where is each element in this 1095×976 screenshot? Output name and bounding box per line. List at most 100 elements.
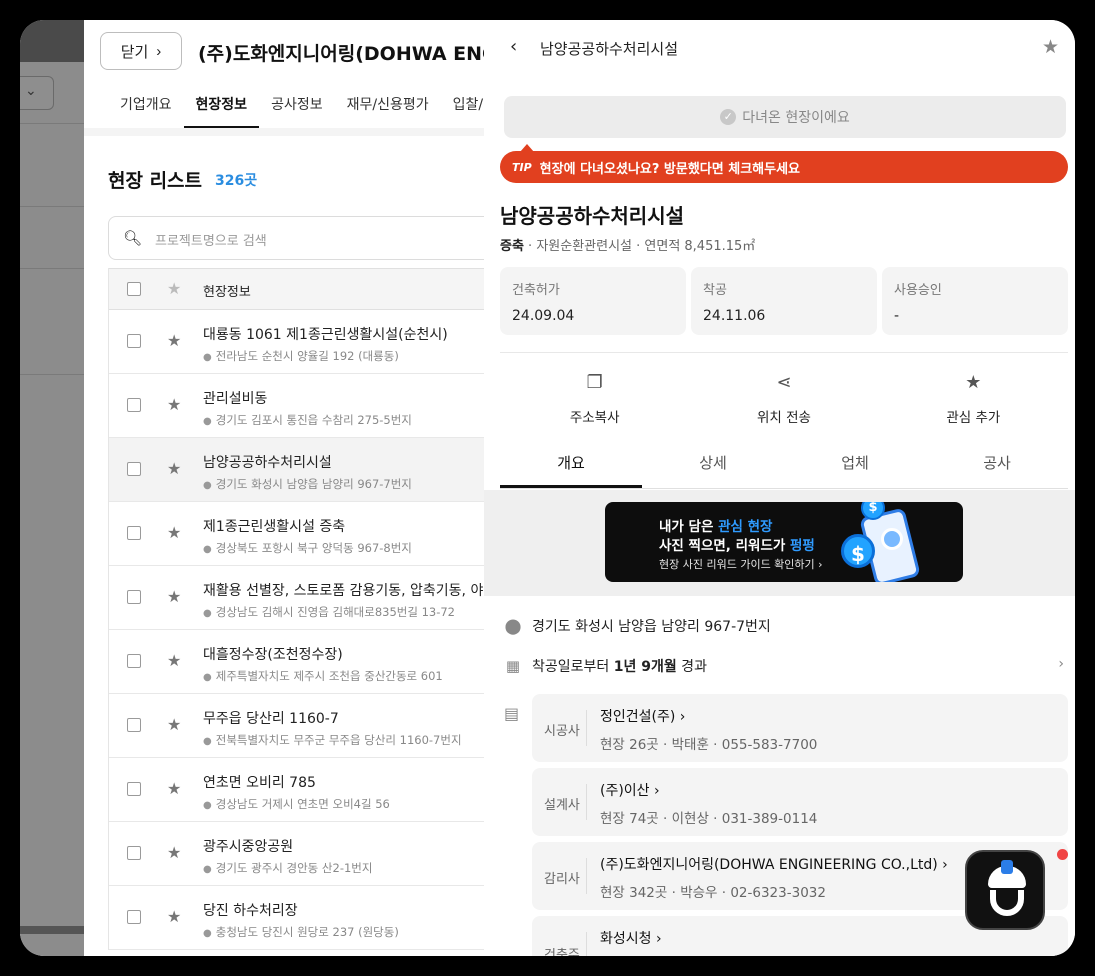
row-checkbox[interactable] [127, 654, 141, 668]
row-checkbox[interactable] [127, 718, 141, 732]
helper-fab-button[interactable] [965, 850, 1045, 930]
site-name: 무주읍 당산리 1160-7 [203, 711, 339, 727]
device-frame: ⌄ 닫기 › (주)도화엔지니어링(DOHWA ENGIN 기업개요 현장정보 … [0, 0, 1095, 976]
star-icon[interactable]: ★ [167, 779, 181, 798]
table-row-selected[interactable]: ★ 남양공공하수처리시설 ● 경기도 화성시 남양읍 남양리 967-7번지 [109, 438, 484, 502]
site-address: ● 경상북도 포항시 북구 양덕동 967-8번지 [203, 541, 412, 555]
camera-lens-illustration [881, 528, 903, 550]
chevron-right-icon: › [942, 857, 948, 873]
add-favorite-button[interactable]: ★ 관심 추가 [879, 372, 1068, 426]
reward-banner[interactable]: 내가 담은 관심 현장 사진 찍으면, 리워드가 펑펑 현장 사진 리워드 가이… [605, 502, 963, 582]
coin-icon: $ [841, 534, 875, 568]
party-role: 시공사 [544, 724, 580, 739]
location-pin-icon: ● [203, 608, 212, 619]
star-icon[interactable]: ★ [167, 395, 181, 414]
location-pin-icon: ● [203, 864, 212, 875]
party-name-link[interactable]: 화성시청 › [600, 928, 662, 948]
tab-summary[interactable]: 개요 [500, 452, 642, 488]
location-pin-icon: ● [203, 480, 212, 491]
site-name: 관리설비동 [203, 391, 268, 407]
copy-address-button[interactable]: ❐ 주소복사 [500, 372, 689, 426]
row-checkbox[interactable] [127, 590, 141, 604]
location-pin-icon: ● [203, 800, 212, 811]
tab-bid[interactable]: 입찰/ [453, 94, 483, 128]
row-checkbox[interactable] [127, 782, 141, 796]
gear-icon [990, 890, 1024, 916]
location-pin-icon: ● [203, 928, 212, 939]
row-checkbox[interactable] [127, 526, 141, 540]
company-panel: 닫기 › (주)도화엔지니어링(DOHWA ENGIN 기업개요 현장정보 공사… [84, 20, 484, 956]
tab-construction[interactable]: 공사정보 [271, 94, 323, 128]
site-address: ● 경상남도 김해시 진영읍 김해대로835번길 13-72 [203, 605, 456, 619]
tab-finance[interactable]: 재무/신용평가 [347, 94, 429, 128]
site-work-type: 증축 [500, 239, 524, 254]
star-icon[interactable]: ★ [167, 587, 181, 606]
chevron-right-icon: › [655, 931, 662, 947]
action-label: 관심 추가 [946, 410, 1001, 426]
tab-detail[interactable]: 상세 [642, 452, 784, 488]
party-role: 감리사 [544, 872, 580, 887]
row-checkbox[interactable] [127, 462, 141, 476]
star-icon[interactable]: ★ [167, 651, 181, 670]
site-address: ● 경기도 화성시 남양읍 남양리 967-7번지 [203, 477, 412, 491]
building-icon: ▤ [504, 704, 520, 723]
site-table: ★ 현장정보 ★ 대룡동 1061 제1종근린생활시설(순천시) ● 전라남도 순… [108, 268, 484, 950]
table-row[interactable]: ★ 대룡동 1061 제1종근린생활시설(순천시) ● 전라남도 순천시 양율길 … [109, 310, 484, 374]
tab-construction[interactable]: 공사 [926, 452, 1068, 488]
divider [586, 710, 587, 746]
table-row[interactable]: ★ 제1종근린생활시설 증축 ● 경상북도 포항시 북구 양덕동 967-8번지 [109, 502, 484, 566]
date-label: 사용승인 [894, 283, 942, 298]
chevron-down-icon: ⌄ [25, 83, 37, 99]
tab-site-info[interactable]: 현장정보 [183, 94, 260, 128]
party-name-link[interactable]: (주)도화엔지니어링(DOHWA ENGINEERING CO.,Ltd) › [600, 854, 948, 874]
table-row[interactable]: ★ 재활용 선별장, 스토로폼 감용기동, 압축기동, 야- ● 경상남도 김해시… [109, 566, 484, 630]
row-checkbox[interactable] [127, 846, 141, 860]
star-icon[interactable]: ★ [167, 523, 181, 542]
row-checkbox[interactable] [127, 910, 141, 924]
party-name-link[interactable]: 정인건설(주) › [600, 706, 685, 726]
table-row[interactable]: ★ 무주읍 당산리 1160-7 ● 전북특별자치도 무주군 무주읍 당산리 11… [109, 694, 484, 758]
table-row[interactable]: ★ 연초면 오비리 785 ● 경상남도 거제시 연초면 오비4길 56 [109, 758, 484, 822]
table-header: ★ 현장정보 [109, 268, 484, 310]
search-input[interactable]: 🔍︎ 프로젝트명으로 검색 [108, 216, 484, 260]
row-checkbox[interactable] [127, 334, 141, 348]
star-icon[interactable]: ★ [167, 907, 181, 926]
site-address-text: 경기도 화성시 남양읍 남양리 967-7번지 [532, 619, 771, 635]
tab-overview[interactable]: 기업개요 [120, 94, 172, 128]
date-card-approval: 사용승인 - [882, 267, 1068, 335]
star-icon[interactable]: ★ [167, 459, 181, 478]
star-icon[interactable]: ★ [167, 715, 181, 734]
table-row[interactable]: ★ 관리설비동 ● 경기도 김포시 통진읍 수참리 275-5번지 [109, 374, 484, 438]
site-address: ● 전북특별자치도 무주군 무주읍 당산리 1160-7번지 [203, 733, 462, 747]
elapsed-text: 착공일로부터 1년 9개월 경과 [532, 659, 707, 675]
visited-toggle-button[interactable]: ✓ 다녀온 현장이에요 [504, 96, 1066, 138]
send-location-button[interactable]: ⋖ 위치 전송 [689, 372, 878, 426]
hard-hat-band [1001, 860, 1013, 874]
site-address-row: ⬤ 경기도 화성시 남양읍 남양리 967-7번지 [504, 616, 771, 636]
back-arrow-icon[interactable]: ‹ [510, 36, 517, 57]
site-name: 재활용 선별장, 스토로폼 감용기동, 압축기동, 야- [203, 583, 484, 599]
site-name: 연초면 오비리 785 [203, 775, 316, 791]
tab-companies[interactable]: 업체 [784, 452, 926, 488]
row-checkbox[interactable] [127, 398, 141, 412]
site-address: ● 경상남도 거제시 연초면 오비4길 56 [203, 797, 390, 811]
divider [20, 268, 84, 269]
divider [586, 932, 587, 956]
party-role: 건축주 [544, 948, 580, 956]
banner-line-2: 사진 찍으면, 리워드가 펑펑 [659, 538, 815, 554]
party-name-link[interactable]: (주)이산 › [600, 780, 660, 800]
site-name: 당진 하수처리장 [203, 903, 298, 919]
elapsed-row[interactable]: ▦ 착공일로부터 1년 9개월 경과 › [504, 656, 1064, 676]
section-separator [84, 128, 484, 136]
table-row[interactable]: ★ 당진 하수처리장 ● 충청남도 당진시 원당로 237 (원당동) [109, 886, 484, 950]
table-row[interactable]: ★ 광주시중앙공원 ● 경기도 광주시 경안동 산2-1번지 [109, 822, 484, 886]
select-all-checkbox[interactable] [127, 282, 141, 296]
close-button[interactable]: 닫기 › [100, 32, 182, 70]
star-icon[interactable]: ★ [167, 331, 181, 350]
site-address: ● 제주특별자치도 제주시 조천읍 중산간동로 601 [203, 669, 443, 683]
table-row[interactable]: ★ 대흘정수장(조천정수장) ● 제주특별자치도 제주시 조천읍 중산간동로 60… [109, 630, 484, 694]
favorite-star-icon[interactable]: ★ [1042, 36, 1059, 58]
star-icon: ★ [965, 372, 982, 393]
dimmed-background: ⌄ [20, 20, 84, 956]
star-icon[interactable]: ★ [167, 843, 181, 862]
